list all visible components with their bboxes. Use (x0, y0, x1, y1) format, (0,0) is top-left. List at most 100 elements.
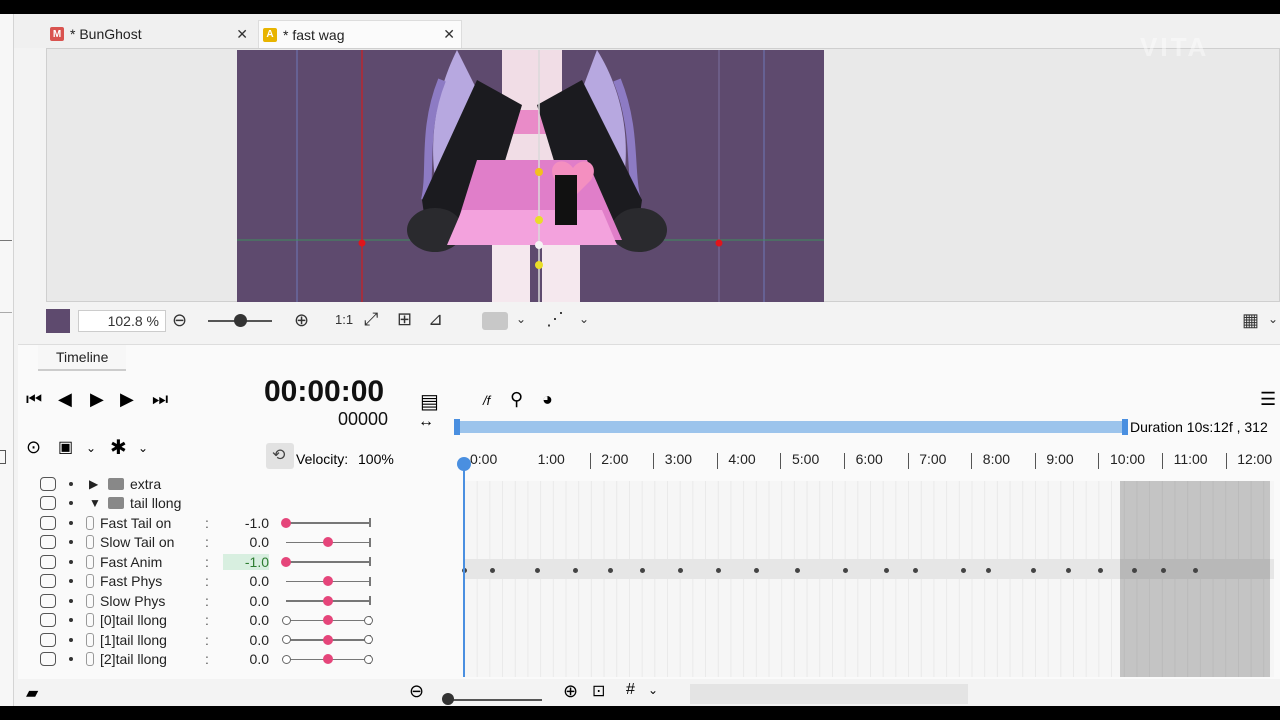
keyframe[interactable] (572, 568, 578, 573)
timeline-zoom-track[interactable] (446, 699, 542, 701)
bullet-icon (69, 657, 73, 662)
folder-add-icon[interactable]: ▰ (26, 683, 38, 703)
visibility-icon[interactable] (40, 593, 56, 608)
parameter-row[interactable]: Fast Anim: -1.0 (18, 552, 380, 572)
parameter-slider-knob[interactable] (323, 615, 333, 626)
model-canvas[interactable] (237, 50, 824, 302)
parameter-value[interactable]: -1.0 (223, 553, 269, 570)
fit-to-window-icon[interactable]: ⤢ (364, 309, 378, 330)
zoom-out-icon[interactable]: ⊖ (409, 681, 424, 702)
frame-counter: 00000 (338, 409, 389, 429)
parameter-slider-knob[interactable] (281, 517, 291, 528)
keyframe[interactable] (534, 568, 540, 573)
zoom-field[interactable]: 102.8 % (78, 310, 166, 332)
timeline-zoom-handle[interactable] (442, 693, 454, 705)
parameter-slider-knob[interactable] (323, 634, 333, 645)
grid-snap-icon[interactable]: # (626, 681, 635, 699)
visibility-icon[interactable] (40, 613, 56, 628)
visibility-icon[interactable] (40, 554, 56, 569)
time-ruler[interactable]: 0:00 1:00 2:00 3:00 4:00 5:00 6:00 7:00 8:00 9:00… (18, 375, 1280, 469)
panel-title[interactable]: Timeline (38, 345, 127, 371)
range-start-handle[interactable] (454, 419, 460, 435)
visibility-icon[interactable] (40, 652, 56, 667)
overlay-toggle-icon[interactable] (482, 312, 508, 330)
collapse-all-icon[interactable]: ⊙ (26, 437, 41, 458)
parameter-slider-knob[interactable] (323, 576, 333, 587)
visibility-icon[interactable] (40, 535, 56, 550)
close-icon[interactable]: ✕ (443, 26, 455, 43)
parameter-slider-knob[interactable] (323, 537, 333, 548)
slider-end-circle (364, 654, 373, 664)
deformer-display-icon[interactable]: ⋰ (546, 309, 564, 330)
chevron-down-icon[interactable]: ⌄ (579, 312, 589, 326)
zoom-in-icon[interactable]: ⊕ (563, 681, 578, 702)
chevron-down-icon[interactable]: ⌄ (648, 683, 658, 697)
tab-fast-wag[interactable]: A * fast wag ✕ (258, 20, 462, 48)
parameter-row[interactable]: Slow Phys:0.0 (18, 591, 380, 611)
keyframe[interactable] (715, 568, 721, 573)
parameter-row[interactable]: [1]tail llong:0.0 (18, 630, 380, 650)
parameter-slider-knob[interactable] (281, 556, 291, 567)
work-area-range-bar[interactable] (454, 421, 1124, 433)
chevron-down-icon[interactable]: ⌄ (86, 441, 96, 455)
keyframe[interactable] (607, 568, 613, 573)
parameter-slider-track[interactable] (286, 561, 370, 563)
chevron-down-icon[interactable]: ⌄ (516, 312, 526, 326)
parameter-slider-knob[interactable] (323, 654, 333, 665)
fit-width-icon[interactable]: ⊞ (397, 309, 412, 330)
visibility-icon[interactable] (40, 496, 56, 511)
snowflake-icon[interactable]: ✱ (110, 435, 127, 460)
range-end-handle[interactable] (1122, 419, 1128, 435)
keyframe[interactable] (1030, 568, 1036, 573)
parameter-value[interactable]: 0.0 (223, 651, 269, 667)
background-color-swatch[interactable] (46, 309, 70, 333)
zoom-slider-handle[interactable] (234, 314, 247, 327)
chevron-down-icon[interactable]: ⌄ (1268, 312, 1278, 326)
visibility-icon[interactable] (40, 515, 56, 530)
playhead-handle[interactable] (457, 457, 471, 471)
parameter-value[interactable]: 0.0 (223, 632, 269, 648)
parameter-row[interactable]: Fast Tail on: -1.0 (18, 513, 380, 533)
velocity-value[interactable]: 100% (358, 451, 394, 467)
tab-bunghost[interactable]: M * BunGhost ✕ (50, 20, 254, 48)
zoom-in-icon[interactable]: ⊕ (294, 310, 309, 331)
playhead-line[interactable] (463, 461, 465, 677)
parameter-slider-knob[interactable] (323, 595, 333, 606)
range-expand-icon[interactable]: ↔ (418, 413, 434, 431)
keyframe[interactable] (1065, 568, 1071, 573)
visibility-icon[interactable] (40, 632, 56, 647)
parameter-value[interactable]: 0.0 (223, 534, 269, 550)
tree-row-tail-llong[interactable]: ▼ tail llong (18, 494, 380, 514)
chevron-right-icon[interactable]: ▶ (89, 477, 98, 491)
parameter-name: [1]tail llong (100, 631, 167, 648)
parameter-value[interactable]: 0.0 (223, 593, 269, 609)
visibility-icon[interactable] (40, 476, 56, 491)
keyframe[interactable] (1097, 568, 1103, 573)
keyframe[interactable] (677, 568, 683, 573)
keyframe[interactable] (960, 568, 966, 573)
parameter-value[interactable]: 0.0 (223, 573, 269, 589)
zoom-percent-icon[interactable]: ⊡ (592, 681, 605, 701)
keyframe[interactable] (1192, 568, 1198, 573)
layout-icon[interactable]: ▦ (1242, 310, 1259, 331)
close-icon[interactable]: ✕ (236, 26, 248, 43)
parameter-row[interactable]: [0]tail llong:0.0 (18, 611, 380, 631)
parameter-row[interactable]: Slow Tail on:0.0 (18, 533, 380, 553)
chevron-down-icon[interactable]: ▼ (89, 496, 101, 510)
actual-size-button[interactable]: 1:1 (335, 312, 353, 327)
keyframe[interactable] (639, 568, 645, 573)
parameter-value[interactable]: -1.0 (223, 515, 269, 531)
zoom-out-icon[interactable]: ⊖ (172, 310, 187, 331)
loop-toggle-button[interactable]: ⟲ (266, 443, 294, 469)
parameter-row[interactable]: Fast Phys:0.0 (18, 572, 380, 592)
parameter-row[interactable]: [2]tail llong:0.0 (18, 650, 380, 670)
ruler-tick (780, 453, 782, 469)
parameter-slider-track[interactable] (286, 522, 370, 524)
horizontal-scrollbar[interactable] (690, 684, 968, 704)
visibility-icon[interactable] (40, 574, 56, 589)
chevron-down-icon[interactable]: ⌄ (138, 441, 148, 455)
parameter-value[interactable]: 0.0 (223, 612, 269, 628)
tree-row-extra[interactable]: ▶ extra (18, 474, 380, 494)
parameter-filter-icon[interactable]: ▣ (58, 437, 73, 457)
flip-view-icon[interactable]: ⊿ (428, 309, 443, 330)
